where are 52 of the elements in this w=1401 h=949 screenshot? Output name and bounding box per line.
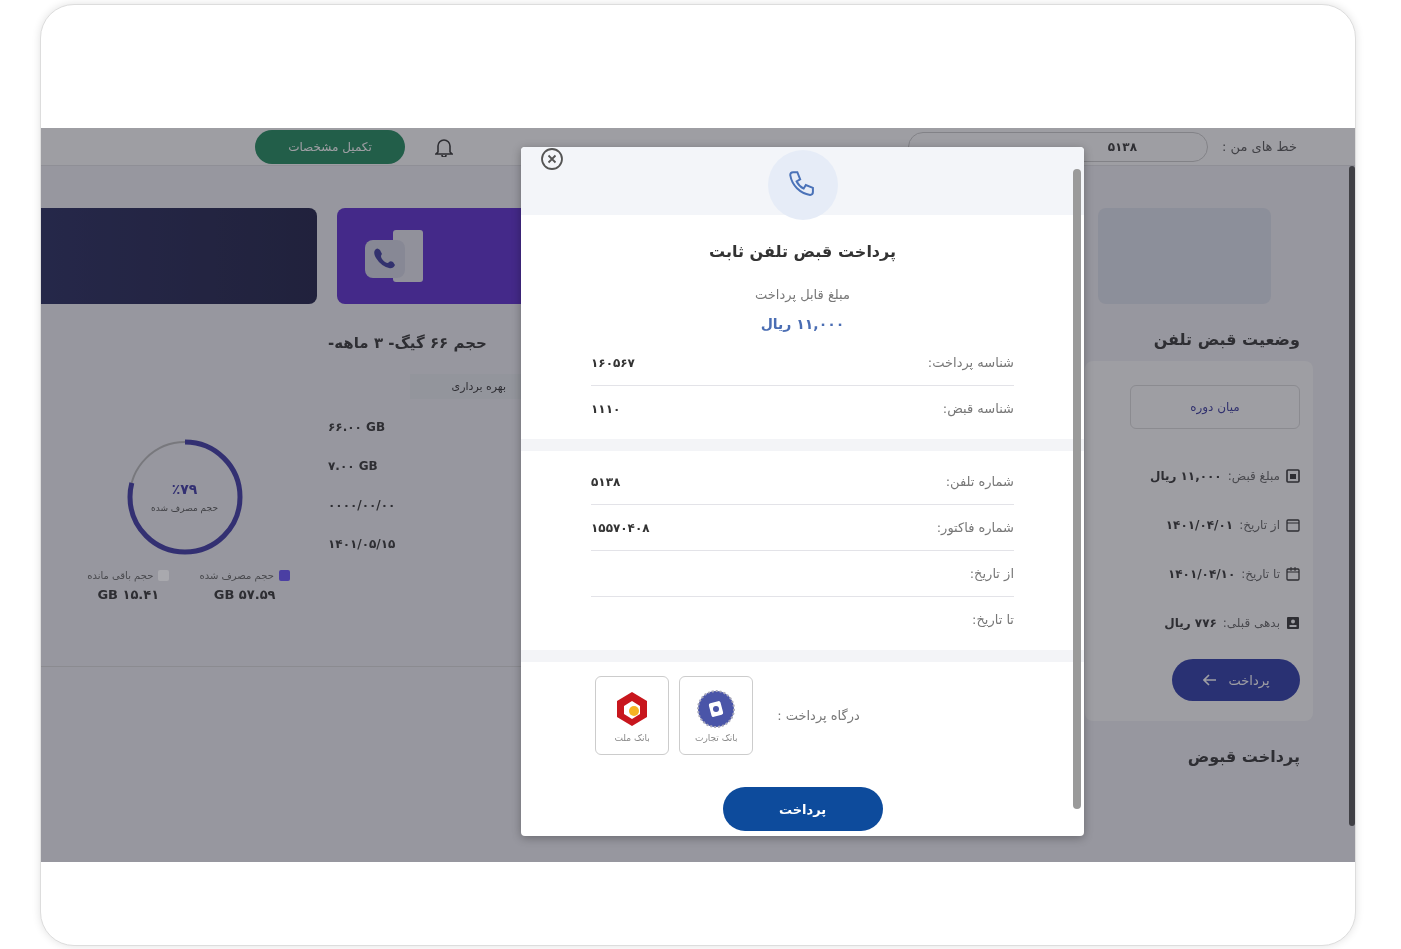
complete-profile-button[interactable]: تکمیل مشخصات (255, 129, 405, 164)
my-lines-label: خط های من : (1222, 139, 1297, 154)
field-value: ۱۴۰۱/۰۴/۰۱ (1165, 517, 1234, 532)
calendar-icon (1286, 566, 1300, 581)
bank-option[interactable]: بانک ملت (595, 676, 670, 755)
scrollbar[interactable] (1349, 166, 1355, 826)
field-label: شماره تلفن: (945, 474, 1014, 489)
legend-label: حجم باقی مانده (87, 570, 154, 581)
dialog-title: پرداخت قبض تلفن ثابت (708, 242, 897, 261)
account-icon (1286, 615, 1300, 630)
receipt-icon (1286, 468, 1300, 483)
close-button[interactable] (540, 147, 564, 171)
field-label: تا تاریخ: (972, 612, 1014, 627)
field-label: شماره فاکتور: (936, 520, 1014, 535)
field-label: از تاریخ: (1239, 517, 1280, 532)
field-label: تا تاریخ: (1241, 566, 1280, 581)
scrollbar[interactable] (1073, 169, 1081, 809)
section-title: وضعیت قبض تلفن (1152, 330, 1300, 349)
field-label: از تاریخ: (969, 566, 1014, 581)
amount-label: مبلغ قابل پرداخت (755, 287, 850, 302)
pay-button[interactable]: پرداخت (722, 787, 883, 831)
status-chip: بهره برداری (410, 374, 522, 399)
field-value: ۰۰۰۰/۰۰/۰۰ (328, 496, 397, 514)
legend-value: ۱۵.۴۱ GB (97, 587, 160, 602)
legend-label: حجم مصرف شده (199, 570, 274, 581)
plan-title: حجم ۶۶ گیگ- ۳ ماهه- (328, 334, 487, 352)
field-value: ۱۵۵۷۰۴۰۸ (591, 520, 650, 535)
field-value: ۶۶.۰۰ GB (328, 418, 387, 436)
field-label: شناسه قبض: (942, 401, 1014, 416)
promo-banner[interactable] (41, 208, 317, 304)
field-value: ۷.۰۰ GB (328, 457, 379, 475)
period-button[interactable]: میان دوره (1130, 385, 1300, 429)
field-value: ۱۱,۰۰۰ ریال (1149, 468, 1222, 483)
pay-button[interactable]: پرداخت (1172, 659, 1300, 701)
bell-icon[interactable] (435, 136, 453, 157)
field-value: ۱۴۰۱/۰۵/۱۵ (328, 535, 397, 553)
field-label: مبلغ قبض: (1227, 468, 1280, 483)
field-label: شناسه پرداخت: (927, 355, 1014, 370)
calendar-icon (1286, 517, 1300, 532)
gateway-label: درگاه پرداخت : (777, 708, 860, 723)
field-value: ۱۱۱۰ (591, 401, 621, 416)
field-label: بدهی قبلی: (1222, 615, 1280, 630)
legend-value: ۵۷.۵۹ GB (213, 587, 276, 602)
arrow-icon (1202, 674, 1217, 686)
amount-value: ۱۱,۰۰۰ ریال (760, 316, 845, 332)
field-value: ۷۷۶ ریال (1164, 615, 1217, 630)
field-value: ۱۴۰۱/۰۴/۱۰ (1167, 566, 1236, 581)
field-value: ۵۱۳۸ (591, 474, 621, 489)
bank-option[interactable]: بانک تجارت (679, 676, 754, 755)
section-title: پرداخت قبوض (1186, 747, 1300, 766)
bank-logo-icon (696, 688, 737, 729)
field-value: ۱۶۰۵۶۷ (591, 355, 635, 370)
